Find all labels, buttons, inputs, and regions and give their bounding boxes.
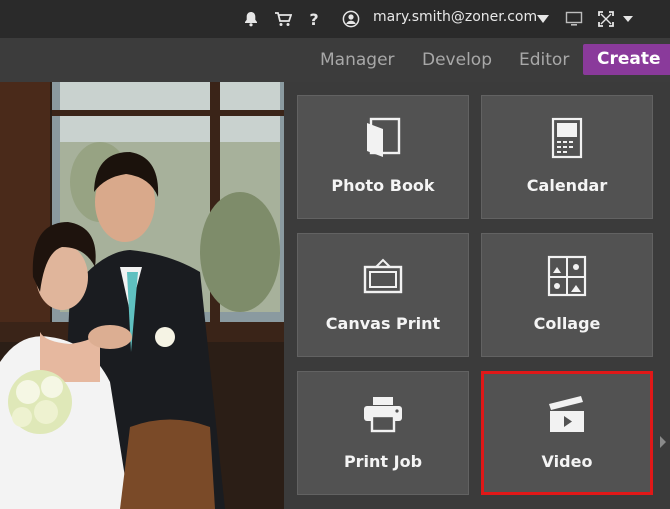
- tile-label: Calendar: [526, 176, 608, 195]
- tab-create[interactable]: Create: [583, 44, 670, 75]
- module-tabs: Manager Develop Editor Create: [0, 38, 670, 82]
- scroll-right-arrow-icon[interactable]: [660, 436, 666, 448]
- tile-label: Photo Book: [331, 176, 435, 195]
- top-bar: ? mary.smith@zoner.com: [0, 0, 670, 38]
- tile-video[interactable]: Video: [481, 371, 653, 495]
- notifications-bell-icon[interactable]: [240, 8, 262, 30]
- account-dropdown-icon[interactable]: [532, 8, 554, 30]
- user-icon[interactable]: [340, 8, 362, 30]
- tile-label: Print Job: [343, 452, 423, 471]
- tile-canvas-print[interactable]: Canvas Print: [297, 233, 469, 357]
- collage-icon: [482, 252, 652, 300]
- tab-develop[interactable]: Develop: [422, 38, 492, 82]
- view-dropdown-icon[interactable]: [617, 8, 639, 30]
- preview-photo: [0, 82, 284, 509]
- tile-label: Collage: [533, 314, 601, 333]
- tile-label: Video: [541, 452, 593, 471]
- tile-collage[interactable]: Collage: [481, 233, 653, 357]
- video-clapper-icon: [484, 390, 650, 438]
- monitor-icon[interactable]: [563, 8, 585, 30]
- fullscreen-icon[interactable]: [595, 8, 617, 30]
- calendar-icon: [482, 114, 652, 162]
- create-panel: Photo Book Calendar Canvas Print Collage…: [284, 82, 670, 509]
- tab-manager[interactable]: Manager: [320, 38, 395, 82]
- tile-photo-book[interactable]: Photo Book: [297, 95, 469, 219]
- canvas-print-icon: [298, 252, 468, 300]
- tile-calendar[interactable]: Calendar: [481, 95, 653, 219]
- tile-print-job[interactable]: Print Job: [297, 371, 469, 495]
- account-email[interactable]: mary.smith@zoner.com: [373, 9, 537, 25]
- photo-book-icon: [298, 114, 468, 162]
- printer-icon: [298, 390, 468, 438]
- cart-icon[interactable]: [272, 8, 294, 30]
- tile-label: Canvas Print: [325, 314, 441, 333]
- help-icon[interactable]: ?: [303, 8, 325, 30]
- tab-editor[interactable]: Editor: [519, 38, 569, 82]
